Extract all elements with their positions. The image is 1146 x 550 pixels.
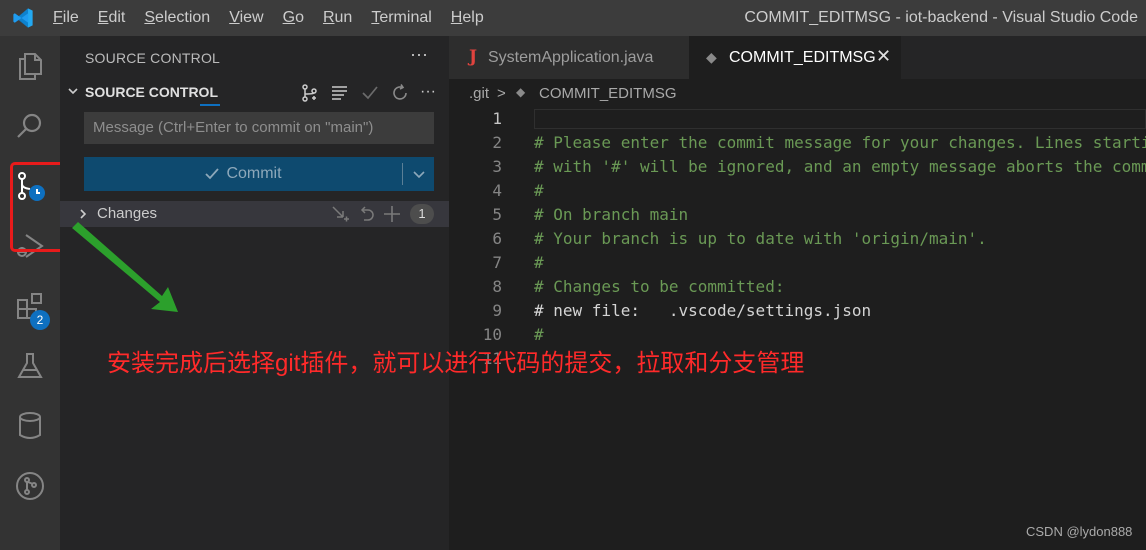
changes-count-badge: 1 [410, 204, 434, 224]
line-number: 2 [492, 133, 502, 152]
menu-help[interactable]: Help [451, 0, 484, 36]
stage-all-icon[interactable] [382, 204, 402, 224]
breadcrumb-folder[interactable]: .git [469, 85, 489, 102]
menu-run[interactable]: Run [323, 0, 352, 36]
activity-extensions[interactable]: 2 [0, 277, 60, 335]
activity-git-graph[interactable] [0, 457, 60, 515]
window-title: COMMIT_EDITMSG - iot-backend - Visual St… [744, 9, 1138, 26]
breadcrumb: .git > ◆ COMMIT_EDITMSG [449, 79, 1146, 107]
menu-selection[interactable]: Selection [144, 0, 210, 36]
git-icon: ◆ [706, 49, 717, 65]
line-number: 7 [492, 253, 502, 272]
tab-label: COMMIT_EDITMSG [729, 49, 876, 66]
source-control-sidebar: SOURCE CONTROL ··· SOURCE CONTROL ··· Me… [60, 36, 449, 550]
activity-explorer[interactable] [0, 37, 60, 95]
line-number: 6 [492, 229, 502, 248]
current-line-highlight [534, 109, 1146, 129]
editor-tab-bar: J SystemApplication.java ◆ COMMIT_EDITMS… [449, 36, 1146, 79]
activity-search[interactable] [0, 97, 60, 155]
close-icon[interactable]: ✕ [876, 46, 891, 67]
line-number: 3 [492, 157, 502, 176]
activity-database[interactable] [0, 397, 60, 455]
annotation-text: 安装完成后选择git插件，就可以进行代码的提交，拉取和分支管理 [107, 350, 805, 377]
more-actions-icon[interactable]: ··· [410, 44, 428, 65]
view-graph-icon[interactable] [300, 83, 320, 103]
menu-bar: File Edit Selection View Go Run Terminal… [53, 0, 503, 36]
commit-dropdown-button[interactable] [403, 157, 434, 191]
code-line: # new file: .vscode/settings.json [534, 301, 872, 320]
beaker-icon [17, 353, 43, 378]
chevron-down-icon [412, 171, 425, 179]
check-icon [205, 168, 220, 180]
section-label: SOURCE CONTROL [85, 84, 218, 100]
code-line: # Your branch is up to date with 'origin… [534, 229, 987, 248]
discard-icon[interactable] [356, 204, 376, 224]
menu-terminal[interactable]: Terminal [371, 0, 431, 36]
code-line: # On branch main [534, 205, 689, 224]
more-actions-icon[interactable]: ··· [420, 83, 440, 103]
line-number: 10 [482, 325, 502, 344]
menu-view[interactable]: View [229, 0, 263, 36]
editor[interactable]: 1 2 3 4 5 6 7 8 9 10 11 # Please enter t… [449, 107, 1146, 550]
tab-system-application[interactable]: J SystemApplication.java [449, 36, 689, 79]
code-line: # [534, 325, 544, 344]
tab-commit-editmsg[interactable]: ◆ COMMIT_EDITMSG ✕ [689, 36, 901, 79]
focus-underline [200, 104, 220, 106]
files-icon [19, 53, 42, 80]
search-icon [17, 113, 42, 138]
stash-icon[interactable] [330, 204, 350, 224]
vscode-logo-icon [13, 8, 33, 28]
section-actions: ··· [300, 83, 440, 103]
activity-bar: 2 [0, 36, 74, 550]
commit-button-group: Commit [84, 157, 434, 191]
sidebar-title: SOURCE CONTROL [85, 50, 221, 66]
menu-file[interactable]: File [53, 0, 79, 36]
breadcrumb-file[interactable]: COMMIT_EDITMSG [539, 85, 677, 102]
git-graph-icon [16, 472, 44, 500]
commit-button-label: Commit [226, 165, 282, 182]
line-number: 5 [492, 205, 502, 224]
chevron-right-icon [80, 209, 87, 219]
watermark: CSDN @lydon888 [1026, 524, 1133, 539]
git-icon: ◆ [516, 85, 526, 99]
menu-go[interactable]: Go [283, 0, 304, 36]
activity-testing[interactable] [0, 337, 60, 395]
tab-label: SystemApplication.java [488, 49, 654, 66]
commit-check-icon[interactable] [360, 83, 380, 103]
changes-label: Changes [97, 205, 158, 222]
commit-button[interactable]: Commit [84, 157, 402, 191]
title-bar: File Edit Selection View Go Run Terminal… [0, 0, 1146, 36]
java-icon: J [469, 47, 478, 67]
extensions-badge: 2 [30, 310, 50, 330]
commit-message-input[interactable]: Message (Ctrl+Enter to commit on "main") [84, 112, 434, 144]
line-number: 1 [492, 109, 502, 128]
refresh-icon[interactable] [390, 83, 410, 103]
chevron-down-icon [68, 88, 78, 95]
code-line: # Please enter the commit message for yo… [534, 133, 1146, 152]
line-number: 8 [492, 277, 502, 296]
source-control-section-header[interactable]: SOURCE CONTROL ··· [60, 80, 449, 106]
code-line: # with '#' will be ignored, and an empty… [534, 157, 1146, 176]
line-number: 9 [492, 301, 502, 320]
breadcrumb-separator: > [497, 85, 506, 102]
code-line: # [534, 253, 544, 272]
code-line: # Changes to be committed: [534, 277, 785, 296]
code-line: # [534, 181, 544, 200]
line-number: 4 [492, 181, 502, 200]
changes-group[interactable]: Changes 1 [60, 201, 449, 227]
changes-actions [330, 204, 402, 224]
database-icon [19, 412, 41, 439]
list-view-icon[interactable] [330, 83, 350, 103]
menu-edit[interactable]: Edit [98, 0, 126, 36]
